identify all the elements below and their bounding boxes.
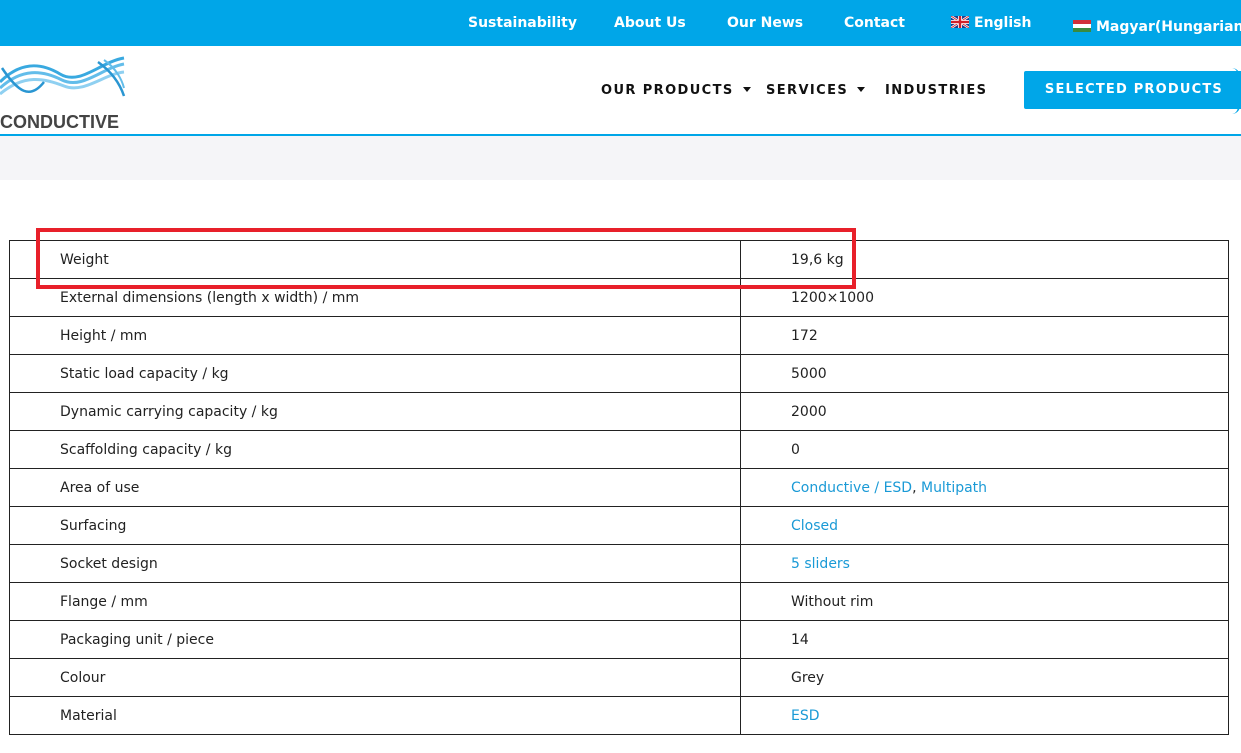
grey-band bbox=[0, 136, 1241, 180]
spec-label: Socket design bbox=[9, 544, 741, 583]
spec-value: 2000 bbox=[740, 392, 1229, 431]
table-row: Socket design 5 sliders bbox=[9, 544, 1229, 583]
spec-value: 5 sliders bbox=[740, 544, 1229, 583]
sustainability-link[interactable]: Sustainability bbox=[468, 13, 577, 33]
language-hungarian-link[interactable]: Magyar(HungarianIF bbox=[1073, 13, 1241, 35]
our-news-link[interactable]: Our News bbox=[727, 13, 803, 33]
spec-label: Material bbox=[9, 696, 741, 735]
table-row: Material ESD bbox=[9, 696, 1229, 735]
about-us-link[interactable]: About Us bbox=[614, 13, 686, 33]
selected-products-button[interactable]: SELECTED PRODUCTS bbox=[1024, 71, 1241, 109]
hungary-flag-icon bbox=[1073, 20, 1091, 32]
spec-label: Weight bbox=[9, 240, 741, 279]
logo-text: CONDUCTIVE bbox=[0, 112, 120, 132]
spec-value: Conductive / ESD, Multipath bbox=[740, 468, 1229, 507]
nav-our-products[interactable]: OUR PRODUCTS bbox=[601, 82, 751, 100]
product-specs-table: Weight 19,6 kg External dimensions (leng… bbox=[9, 240, 1229, 735]
caret-down-icon bbox=[742, 87, 751, 92]
table-row: External dimensions (length x width) / m… bbox=[9, 278, 1229, 317]
spec-label: Height / mm bbox=[9, 316, 741, 355]
spec-value: 5000 bbox=[740, 354, 1229, 393]
spec-value: Grey bbox=[740, 658, 1229, 697]
uk-flag-icon bbox=[951, 16, 969, 28]
table-row: Area of use Conductive / ESD, Multipath bbox=[9, 468, 1229, 507]
multipath-link[interactable]: Multipath bbox=[921, 480, 987, 496]
spec-label: Scaffolding capacity / kg bbox=[9, 430, 741, 469]
spec-label: Dynamic carrying capacity / kg bbox=[9, 392, 741, 431]
spec-label: Packaging unit / piece bbox=[9, 620, 741, 659]
table-row: Dynamic carrying capacity / kg 2000 bbox=[9, 392, 1229, 431]
site-header: CONDUCTIVE OUR PRODUCTS SERVICES INDUSTR… bbox=[0, 46, 1241, 136]
spec-value: 172 bbox=[740, 316, 1229, 355]
caret-down-icon bbox=[857, 87, 866, 92]
spec-label: External dimensions (length x width) / m… bbox=[9, 278, 741, 317]
spec-value: Without rim bbox=[740, 582, 1229, 621]
nav-industries[interactable]: INDUSTRIES bbox=[885, 82, 987, 100]
nav-services[interactable]: SERVICES bbox=[766, 82, 866, 100]
spec-value: ESD bbox=[740, 696, 1229, 735]
spec-value: 14 bbox=[740, 620, 1229, 659]
closed-link[interactable]: Closed bbox=[791, 518, 838, 534]
five-sliders-link[interactable]: 5 sliders bbox=[791, 556, 850, 572]
spec-label: Colour bbox=[9, 658, 741, 697]
language-hungarian-label: Magyar(Hungarian bbox=[1096, 19, 1241, 35]
logo-waves-icon bbox=[0, 56, 126, 97]
table-row: Colour Grey bbox=[9, 658, 1229, 697]
table-row: Flange / mm Without rim bbox=[9, 582, 1229, 621]
table-row: Surfacing Closed bbox=[9, 506, 1229, 545]
nav-our-products-label: OUR PRODUCTS bbox=[601, 83, 734, 98]
nav-services-label: SERVICES bbox=[766, 83, 849, 98]
table-row: Static load capacity / kg 5000 bbox=[9, 354, 1229, 393]
spec-label: Surfacing bbox=[9, 506, 741, 545]
spec-value: Closed bbox=[740, 506, 1229, 545]
table-row: Scaffolding capacity / kg 0 bbox=[9, 430, 1229, 469]
table-row: Packaging unit / piece 14 bbox=[9, 620, 1229, 659]
contact-link[interactable]: Contact bbox=[844, 13, 905, 33]
spec-label: Flange / mm bbox=[9, 582, 741, 621]
language-english-label: English bbox=[974, 15, 1032, 31]
conductive-logo[interactable]: CONDUCTIVE bbox=[0, 52, 126, 132]
spec-label: Area of use bbox=[9, 468, 741, 507]
top-bar: Sustainability About Us Our News Contact… bbox=[0, 0, 1241, 46]
spec-value: 19,6 kg bbox=[740, 240, 1229, 279]
conductive-esd-link[interactable]: Conductive / ESD bbox=[791, 480, 912, 496]
spec-label: Static load capacity / kg bbox=[9, 354, 741, 393]
spec-value: 1200×1000 bbox=[740, 278, 1229, 317]
table-row: Height / mm 172 bbox=[9, 316, 1229, 355]
spec-value: 0 bbox=[740, 430, 1229, 469]
esd-link[interactable]: ESD bbox=[791, 708, 820, 724]
language-english-link[interactable]: English bbox=[951, 13, 1031, 33]
table-row: Weight 19,6 kg bbox=[9, 240, 1229, 279]
value-separator: , bbox=[912, 479, 921, 496]
